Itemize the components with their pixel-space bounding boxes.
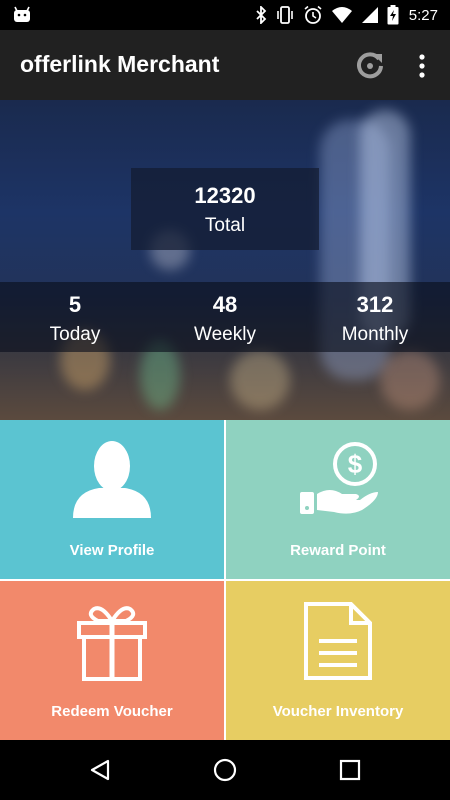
total-card: 12320 Total xyxy=(131,168,319,250)
stats-banner: 12320 Total 5 Today 48 Weekly 312 Monthl… xyxy=(0,100,450,420)
period-stats: 5 Today 48 Weekly 312 Monthly xyxy=(0,282,450,352)
view-profile-label: View Profile xyxy=(69,542,155,559)
stat-weekly: 48 Weekly xyxy=(150,282,300,352)
overflow-menu-icon[interactable] xyxy=(410,50,434,82)
redeem-voucher-label: Redeem Voucher xyxy=(51,703,173,720)
background-light xyxy=(380,350,440,410)
alarm-icon xyxy=(304,5,322,24)
svg-text:$: $ xyxy=(348,449,363,479)
background-light xyxy=(230,350,290,410)
monthly-label: Monthly xyxy=(341,324,409,345)
system-nav-bar xyxy=(0,740,450,800)
monthly-value: 312 xyxy=(356,292,394,317)
battery-charging-icon xyxy=(387,5,399,25)
home-icon[interactable] xyxy=(213,758,237,782)
menu-grid: View Profile $ Reward Point Redeem Vouch… xyxy=(0,420,450,740)
view-profile-tile[interactable]: View Profile xyxy=(0,420,224,579)
reward-point-tile[interactable]: $ Reward Point xyxy=(226,420,450,579)
app-title: offerlink Merchant xyxy=(20,51,220,77)
stat-monthly: 312 Monthly xyxy=(300,282,450,352)
voucher-inventory-tile[interactable]: Voucher Inventory xyxy=(226,581,450,740)
today-label: Today xyxy=(49,324,101,345)
status-bar: 5:27 xyxy=(0,0,450,30)
android-icon xyxy=(14,6,30,22)
reward-point-label: Reward Point xyxy=(290,542,386,559)
today-value: 5 xyxy=(68,292,82,317)
stat-today: 5 Today xyxy=(0,282,150,352)
back-icon[interactable] xyxy=(88,758,112,782)
vibrate-icon xyxy=(276,6,293,24)
weekly-label: Weekly xyxy=(194,324,256,345)
weekly-value: 48 xyxy=(212,292,238,317)
recents-icon[interactable] xyxy=(339,759,361,781)
app-bar: offerlink Merchant xyxy=(0,30,450,100)
voucher-inventory-label: Voucher Inventory xyxy=(272,703,404,720)
document-icon xyxy=(304,602,372,680)
redeem-voucher-tile[interactable]: Redeem Voucher xyxy=(0,581,224,740)
user-profile-icon xyxy=(73,441,151,518)
gift-icon xyxy=(77,606,147,681)
wifi-icon xyxy=(331,7,352,23)
refresh-icon[interactable] xyxy=(354,50,386,82)
status-time: 5:27 xyxy=(408,6,438,24)
bluetooth-icon xyxy=(256,6,267,24)
signal-icon xyxy=(361,7,378,23)
total-label: Total xyxy=(204,215,246,236)
money-hand-icon: $ xyxy=(300,442,378,514)
total-value: 12320 xyxy=(194,183,256,208)
